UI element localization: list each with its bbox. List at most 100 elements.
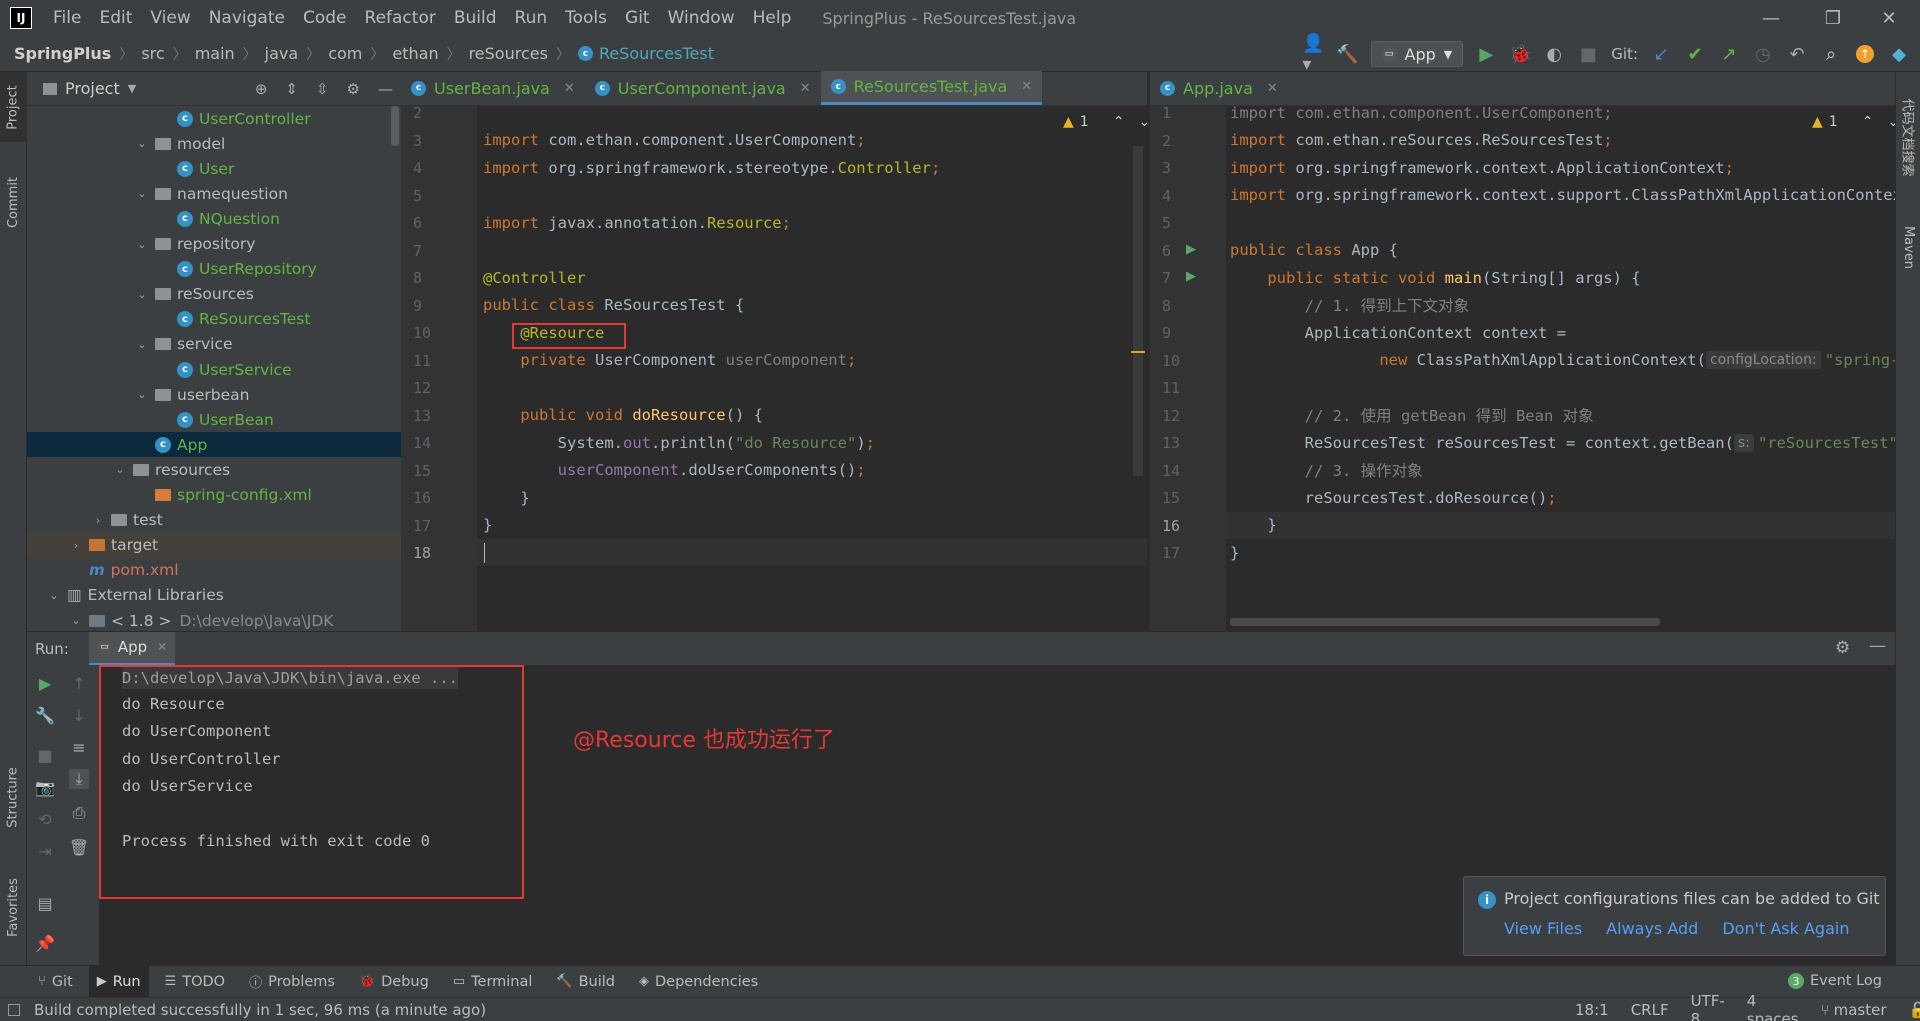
rerun-icon[interactable]: ▶ [35, 673, 55, 693]
pin-icon[interactable]: 📌 [35, 933, 55, 953]
menu-edit[interactable]: Edit [90, 8, 141, 28]
warning-indicator[interactable]: ▲ 1 ⌃ ⌄ [1806, 114, 1895, 130]
always-add-link[interactable]: Always Add [1606, 919, 1698, 938]
horizontal-scrollbar[interactable] [1230, 618, 1660, 626]
expand-all-icon[interactable]: ⇕ [285, 80, 298, 98]
tree-item[interactable]: › target [27, 532, 401, 558]
down-arrow-icon[interactable]: ↓ [69, 705, 89, 725]
breadcrumb-item[interactable]: reSources [469, 44, 548, 63]
tree-item[interactable]: m pom.xml [27, 558, 401, 583]
git-branch[interactable]: ⑂ master [1821, 1001, 1887, 1019]
locate-icon[interactable]: ⊕ [255, 80, 268, 98]
chevron-right-icon[interactable]: › [91, 514, 105, 527]
up-arrow-icon[interactable]: ↑ [69, 673, 89, 693]
wrench-icon[interactable]: 🔧 [35, 705, 55, 725]
editor-tab[interactable]: c UserComponent.java ✕ [585, 71, 821, 105]
menu-help[interactable]: Help [744, 8, 801, 28]
restore-icon[interactable]: ❐ [1810, 0, 1856, 36]
gear-icon[interactable]: ⚙ [347, 80, 360, 98]
chevron-down-icon[interactable]: ⌄ [47, 589, 61, 602]
chevron-down-icon[interactable]: ⌄ [135, 388, 149, 401]
left-editor-scrollbar[interactable] [1133, 146, 1143, 476]
git-push-icon[interactable]: ↗ [1718, 43, 1740, 65]
breadcrumb-item[interactable]: java [265, 44, 299, 63]
print-icon[interactable]: ⎙ [69, 803, 89, 823]
breadcrumb-item[interactable]: src [141, 44, 164, 63]
camera-icon[interactable]: 📷 [35, 777, 55, 797]
trash-icon[interactable]: 🗑 [69, 837, 89, 857]
coverage-icon[interactable]: ◐ [1543, 43, 1565, 65]
breadcrumb-item[interactable]: main [195, 44, 235, 63]
chevron-down-icon[interactable]: ⌄ [69, 614, 83, 627]
layout-icon[interactable]: ▤ [35, 893, 55, 913]
maven-tool-tab[interactable]: Maven [1896, 212, 1920, 282]
tool-button-terminal[interactable]: ▭ Terminal [445, 966, 541, 998]
tree-item[interactable]: spring-config.xml [27, 483, 401, 508]
chevron-down-icon[interactable]: ▼ [128, 82, 136, 95]
breadcrumb-item[interactable]: com [328, 44, 362, 63]
chevron-down-icon[interactable]: ⌄ [135, 187, 149, 200]
tree-item[interactable]: ⌄ reSources [27, 282, 401, 307]
commit-tool-tab[interactable]: Commit [0, 162, 27, 242]
menu-navigate[interactable]: Navigate [200, 8, 294, 28]
favorites-tool-tab[interactable]: Favorites [0, 862, 27, 952]
menu-run[interactable]: Run [506, 8, 557, 28]
tree-item[interactable]: ⌄ resources [27, 457, 401, 482]
right-code-editor[interactable]: 1 2 3 4 5 6 7 8 9 10 11 12 13 14 15 16 17 import com.etha… [1150, 106, 1895, 631]
warning-marker[interactable] [1131, 351, 1145, 353]
breadcrumb-item[interactable]: SpringPlus [14, 44, 111, 63]
debug-icon[interactable]: 🐞 [1509, 43, 1531, 65]
build-hammer-icon[interactable]: 🔨 [1336, 43, 1358, 65]
tree-item[interactable]: ⌄ ▥ External Libraries [27, 583, 401, 608]
menu-window[interactable]: Window [659, 8, 744, 28]
menu-view[interactable]: View [141, 8, 199, 28]
menu-file[interactable]: File [44, 8, 90, 28]
run-gutter-icon[interactable]: ▶ [1186, 269, 1196, 284]
tool-button-git[interactable]: ⑂ Git [30, 966, 81, 998]
hide-icon[interactable]: — [1869, 636, 1886, 656]
menu-build[interactable]: Build [445, 8, 506, 28]
tree-item[interactable]: ⌄ service [27, 332, 401, 357]
chevron-down-icon[interactable]: ⌄ [1887, 114, 1895, 130]
tree-item[interactable]: ⌄ model [27, 131, 401, 156]
exit-icon[interactable]: ⇥ [35, 841, 55, 861]
update-icon[interactable]: ↑ [1854, 43, 1876, 65]
tree-item[interactable]: c UserService [27, 357, 401, 382]
collapse-all-icon[interactable]: ⇳ [316, 80, 329, 98]
tree-item[interactable]: ⌄ < 1.8 > D:\develop\Java\JDK [27, 608, 401, 631]
tool-button-build[interactable]: 🔨 Build [548, 966, 623, 998]
chevron-down-icon[interactable]: ⌄ [113, 463, 127, 476]
soft-wrap-icon[interactable]: ≡ [69, 737, 89, 757]
tool-button-todo[interactable]: ☰ TODO [157, 966, 234, 998]
status-message[interactable]: Build completed successfully in 1 sec, 9… [34, 1001, 486, 1019]
tree-item[interactable]: c NQuestion [27, 206, 401, 231]
menu-git[interactable]: Git [616, 8, 659, 28]
tree-item[interactable]: c UserRepository [27, 257, 401, 282]
chevron-right-icon[interactable]: › [69, 539, 83, 552]
editor-tab[interactable]: c UserBean.java ✕ [401, 71, 585, 105]
git-commit-icon[interactable]: ✔ [1684, 43, 1706, 65]
user-icon[interactable]: 👤▾ [1302, 33, 1324, 75]
hide-icon[interactable]: — [378, 80, 393, 98]
tool-button-problems[interactable]: ⓘ Problems [241, 966, 343, 998]
editor-tab[interactable]: c ReSourcesTest.java ✕ [820, 71, 1043, 105]
menu-code[interactable]: Code [294, 8, 356, 28]
run-icon[interactable]: ▶ [1475, 43, 1497, 65]
chevron-down-icon[interactable]: ⌄ [1138, 114, 1147, 130]
breadcrumb-item[interactable]: ethan [392, 44, 438, 63]
close-icon[interactable]: ✕ [1021, 79, 1032, 94]
tree-item[interactable]: ⌄ repository [27, 232, 401, 257]
run-gutter-icon[interactable]: ▶ [1186, 242, 1196, 257]
history-icon[interactable]: ◷ [1752, 43, 1774, 65]
left-code-editor[interactable]: 2 3 4 5 6 7 8 9 10 11 12 13 14 15 16 17 18 import com.eth… [401, 106, 1147, 631]
line-separator[interactable]: CRLF [1631, 1001, 1669, 1019]
stop-icon[interactable]: ■ [35, 745, 55, 765]
warning-indicator[interactable]: ▲ 1 ⌃ ⌄ [1063, 114, 1147, 130]
menu-tools[interactable]: Tools [556, 8, 616, 28]
close-icon[interactable]: ✕ [800, 81, 811, 96]
close-icon[interactable]: ✕ [564, 81, 575, 96]
close-icon[interactable]: ✕ [1267, 81, 1278, 96]
tool-button-run[interactable]: ▶ Run [88, 965, 149, 998]
tree-scrollbar[interactable] [391, 106, 399, 146]
close-icon[interactable]: ✕ [157, 640, 167, 654]
